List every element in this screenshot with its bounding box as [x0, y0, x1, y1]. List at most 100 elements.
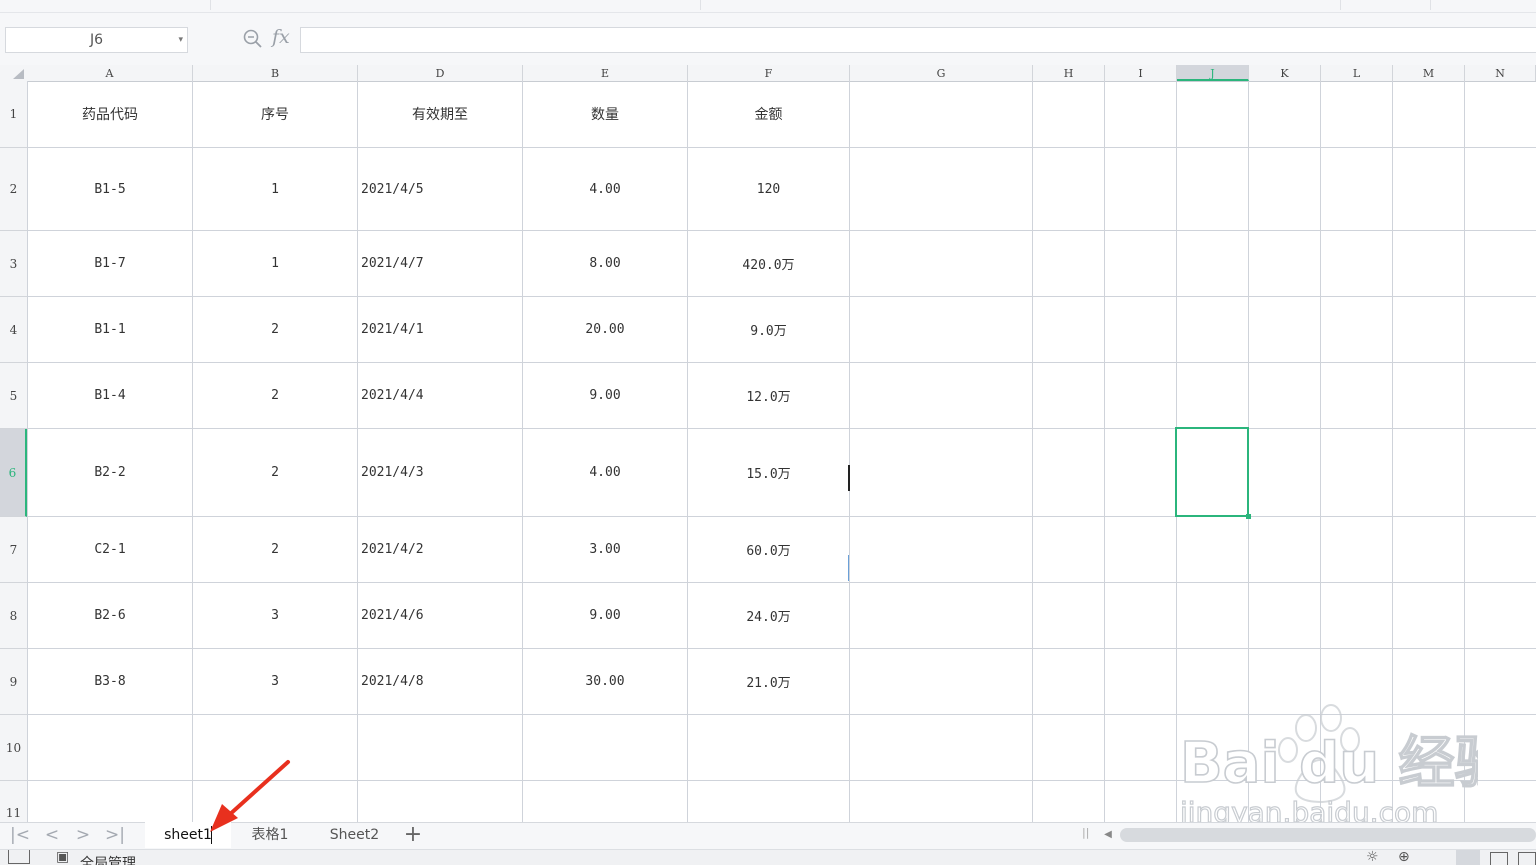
cell-a3[interactable]: B1-7 — [28, 231, 192, 296]
cell-d6[interactable]: 2021/4/3 — [358, 429, 522, 516]
row-header-10[interactable]: 10 — [0, 715, 27, 781]
tab-sheet2[interactable]: Sheet2 — [312, 822, 397, 848]
column-header-d[interactable]: D — [358, 65, 523, 81]
cell-b2[interactable]: 1 — [193, 148, 357, 230]
cell-e7[interactable]: 3.00 — [523, 517, 687, 582]
row-header-1[interactable]: 1 — [0, 81, 27, 148]
scroll-left-icon[interactable]: ◀ — [1100, 826, 1116, 844]
column-header-k[interactable]: K — [1249, 65, 1321, 81]
cell-e4[interactable]: 20.00 — [523, 297, 687, 362]
cell-e8[interactable]: 9.00 — [523, 583, 687, 648]
cell-e3[interactable]: 8.00 — [523, 231, 687, 296]
cell-a2[interactable]: B1-5 — [28, 148, 192, 230]
cell-f5[interactable]: 12.0万 — [688, 363, 849, 428]
prev-sheet-icon[interactable]: < — [40, 824, 64, 846]
column-header-l[interactable]: L — [1321, 65, 1393, 81]
row-header-11[interactable]: 11 — [0, 781, 27, 823]
cell-f4[interactable]: 9.0万 — [688, 297, 849, 362]
row-header-9[interactable]: 9 — [0, 649, 27, 715]
grid-line — [1392, 81, 1393, 823]
column-header-n[interactable]: N — [1465, 65, 1536, 81]
cell-b9[interactable]: 3 — [193, 649, 357, 714]
fx-icon[interactable]: fx — [272, 26, 290, 48]
fill-handle[interactable] — [1246, 514, 1251, 519]
split-handle-icon[interactable]: || — [1082, 826, 1092, 844]
cell-e1[interactable]: 数量 — [523, 81, 687, 147]
cell-d1[interactable]: 有效期至 — [358, 81, 522, 147]
cell-a4[interactable]: B1-1 — [28, 297, 192, 362]
cell-b4[interactable]: 2 — [193, 297, 357, 362]
chevron-down-icon[interactable]: ▾ — [178, 28, 183, 52]
column-header-i[interactable]: I — [1105, 65, 1177, 81]
cell-f6[interactable]: 15.0万 — [688, 429, 849, 516]
row-header-3[interactable]: 3 — [0, 231, 27, 297]
tab-table1[interactable]: 表格1 — [233, 822, 307, 848]
cell-a8[interactable]: B2-6 — [28, 583, 192, 648]
normal-view-icon[interactable] — [1456, 850, 1480, 865]
zoom-icon[interactable] — [242, 28, 264, 50]
select-all-corner[interactable] — [0, 65, 27, 81]
row-header-5[interactable]: 5 — [0, 363, 27, 429]
last-sheet-icon[interactable]: >| — [103, 824, 127, 846]
grid-line — [27, 780, 1536, 781]
cell-d5[interactable]: 2021/4/4 — [358, 363, 522, 428]
cell-f8[interactable]: 24.0万 — [688, 583, 849, 648]
column-header-j[interactable]: J — [1177, 65, 1249, 81]
ribbon-segment — [1265, 0, 1341, 10]
formula-input[interactable] — [300, 27, 1536, 53]
column-header-a[interactable]: A — [27, 65, 193, 81]
next-sheet-icon[interactable]: > — [71, 824, 95, 846]
cell-a1[interactable]: 药品代码 — [28, 81, 192, 147]
row-header-6[interactable]: 6 — [0, 429, 27, 517]
baidu-watermark: Bai du 经验 jingyan.baidu.com — [1178, 704, 1478, 830]
cell-e2[interactable]: 4.00 — [523, 148, 687, 230]
column-header-g[interactable]: G — [850, 65, 1033, 81]
first-sheet-icon[interactable]: |< — [8, 824, 32, 846]
name-box[interactable]: J6 ▾ — [5, 27, 188, 53]
column-header-f[interactable]: F — [688, 65, 850, 81]
row-header-2[interactable]: 2 — [0, 148, 27, 231]
cell-f7[interactable]: 60.0万 — [688, 517, 849, 582]
cell-d4[interactable]: 2021/4/1 — [358, 297, 522, 362]
cell-b1[interactable]: 序号 — [193, 81, 357, 147]
cell-b7[interactable]: 2 — [193, 517, 357, 582]
column-header-b[interactable]: B — [193, 65, 358, 81]
cell-d7[interactable]: 2021/4/2 — [358, 517, 522, 582]
row-header-7[interactable]: 7 — [0, 517, 27, 583]
cell-a6[interactable]: B2-2 — [28, 429, 192, 516]
page-layout-icon[interactable] — [1490, 852, 1508, 865]
cell-e6[interactable]: 4.00 — [523, 429, 687, 516]
horizontal-scrollbar[interactable] — [1120, 828, 1536, 842]
grid-line — [1464, 81, 1465, 823]
cell-b6[interactable]: 2 — [193, 429, 357, 516]
tab-sheet1[interactable]: sheet1 — [145, 822, 231, 848]
column-header-h[interactable]: H — [1033, 65, 1105, 81]
row-header-4[interactable]: 4 — [0, 297, 27, 363]
column-header-m[interactable]: M — [1393, 65, 1465, 81]
cell-b3[interactable]: 1 — [193, 231, 357, 296]
cell-f1[interactable]: 金额 — [688, 81, 849, 147]
cell-f3[interactable]: 420.0万 — [688, 231, 849, 296]
global-manage-label[interactable]: 全局管理 — [80, 853, 136, 865]
cell-f2[interactable]: 120 — [688, 148, 849, 230]
cell-a7[interactable]: C2-1 — [28, 517, 192, 582]
protect-icon[interactable]: ⊕ — [1398, 850, 1410, 865]
cell-a5[interactable]: B1-4 — [28, 363, 192, 428]
cell-d8[interactable]: 2021/4/6 — [358, 583, 522, 648]
cell-d9[interactable]: 2021/4/8 — [358, 649, 522, 714]
cell-d3[interactable]: 2021/4/7 — [358, 231, 522, 296]
cell-e5[interactable]: 9.00 — [523, 363, 687, 428]
add-sheet-icon[interactable]: + — [402, 823, 424, 847]
cell-d2[interactable]: 2021/4/5 — [358, 148, 522, 230]
cell-a9[interactable]: B3-8 — [28, 649, 192, 714]
cell-b8[interactable]: 3 — [193, 583, 357, 648]
view-icon[interactable] — [8, 850, 30, 864]
cell-b5[interactable]: 2 — [193, 363, 357, 428]
column-header-e[interactable]: E — [523, 65, 688, 81]
cell-f9[interactable]: 21.0万 — [688, 649, 849, 714]
page-break-icon[interactable] — [1518, 852, 1536, 865]
brightness-icon[interactable]: ☼ — [1366, 850, 1379, 865]
cell-e9[interactable]: 30.00 — [523, 649, 687, 714]
row-header-8[interactable]: 8 — [0, 583, 27, 649]
active-cell-selection[interactable] — [1175, 427, 1251, 519]
